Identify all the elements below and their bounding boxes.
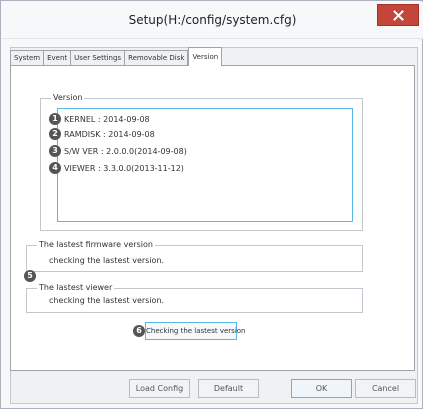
tab-strip: System Event User Settings Removable Dis… xyxy=(10,47,223,66)
version-line-sw: 3 S/W VER : 2.0.0.0(2014-09-08) xyxy=(49,145,187,157)
viewer-version-text: VIEWER : 3.3.0.0(2013-11-12) xyxy=(64,163,184,173)
version-line-ramdisk: 2 RAMDISK : 2014-09-08 xyxy=(49,128,155,140)
tab-system[interactable]: System xyxy=(10,50,44,65)
title-bar[interactable]: Setup(H:/config/system.cfg) xyxy=(2,2,423,39)
viewer-group-legend: The lastest viewer xyxy=(37,283,115,293)
check-latest-version-button[interactable]: Checking the lastest version xyxy=(145,322,245,340)
firmware-group-legend: The lastest firmware version xyxy=(37,240,155,250)
marker-badge-5: 5 xyxy=(24,270,36,282)
firmware-status-text: checking the lastest version. xyxy=(49,256,165,265)
marker-badge: 1 xyxy=(49,113,61,125)
tab-user-settings[interactable]: User Settings xyxy=(70,50,125,65)
tab-removable-disk[interactable]: Removable Disk xyxy=(124,50,189,65)
marker-badge: 2 xyxy=(49,128,61,140)
tab-version[interactable]: Version xyxy=(188,47,223,66)
marker-badge: 4 xyxy=(49,162,61,174)
close-x-icon xyxy=(392,9,404,21)
default-button[interactable]: Default xyxy=(198,379,259,398)
viewer-status-text: checking the lastest version. xyxy=(49,296,165,305)
ramdisk-version-text: RAMDISK : 2014-09-08 xyxy=(64,129,155,139)
marker-badge: 3 xyxy=(49,145,61,157)
marker-badge-6: 6 xyxy=(133,325,145,337)
load-config-button[interactable]: Load Config xyxy=(129,379,190,398)
kernel-version-text: KERNEL : 2014-09-08 xyxy=(64,114,150,124)
sw-version-text: S/W VER : 2.0.0.0(2014-09-08) xyxy=(64,146,187,156)
version-line-viewer: 4 VIEWER : 3.3.0.0(2013-11-12) xyxy=(49,162,184,174)
window-title: Setup(H:/config/system.cfg) xyxy=(128,13,297,27)
cancel-button[interactable]: Cancel xyxy=(355,379,416,398)
tab-event[interactable]: Event xyxy=(43,50,71,65)
close-button[interactable] xyxy=(377,4,419,26)
version-line-kernel: 1 KERNEL : 2014-09-08 xyxy=(49,113,150,125)
ok-button[interactable]: OK xyxy=(291,379,352,398)
version-group-legend: Version xyxy=(51,93,85,103)
